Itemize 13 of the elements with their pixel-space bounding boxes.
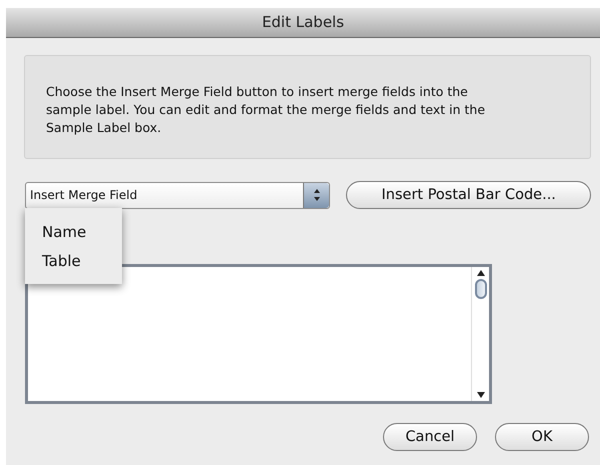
dialog-button[interactable]: OK: [495, 423, 589, 451]
insert-postal-bar-code-button[interactable]: Insert Postal Bar Code...: [346, 181, 591, 209]
scroll-thumb[interactable]: [474, 279, 486, 299]
menu-item[interactable]: Name: [25, 218, 122, 247]
instructions-text: Choose the Insert Merge Field button to insert merge fields into the sample label. You can edit and format the merge fields and text in the Sample Label box.: [46, 83, 486, 137]
window-title: Edit Labels: [6, 8, 600, 38]
scrollbar[interactable]: [471, 267, 489, 401]
merge-field-popup[interactable]: Insert Merge Field: [25, 182, 330, 208]
scroll-up-icon[interactable]: [476, 270, 484, 276]
scroll-down-icon[interactable]: [476, 392, 484, 398]
menu-item[interactable]: Table: [25, 247, 122, 276]
stepper-icon: [303, 182, 330, 208]
dialog-button[interactable]: Cancel: [383, 423, 477, 451]
